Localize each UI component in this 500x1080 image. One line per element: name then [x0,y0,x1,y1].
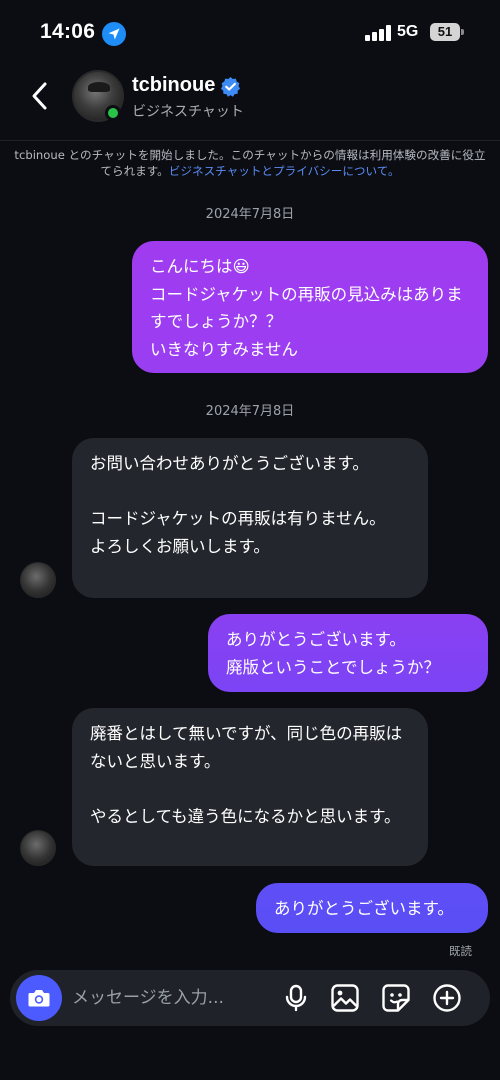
chat-screen: 14:06 5G 51 tcbinoue ビジネスチャット tcbinoue と… [0,0,500,1080]
cellular-signal-icon [365,25,391,41]
message-input[interactable] [72,970,272,1026]
outgoing-message[interactable]: こんにちは😃 コードジャケットの再販の見込みはありますでしょうか？？ いきなりす… [132,241,488,373]
incoming-message[interactable]: 廃番とはして無いですが、同じ色の再販はないと思います。 やるとしても違う色になる… [72,708,428,866]
camera-button[interactable] [16,975,62,1021]
battery-tip [461,29,464,35]
chat-notice: tcbinoue とのチャットを開始しました。このチャットからの情報は利用体験の… [10,147,490,179]
contact-name[interactable]: tcbinoue [132,74,215,97]
sticker-icon[interactable] [380,982,412,1014]
plus-circle-icon[interactable] [431,982,463,1014]
status-time: 14:06 [40,20,96,43]
header-divider [0,140,500,141]
status-bar: 14:06 5G 51 [0,0,500,64]
battery-icon: 51 [430,23,460,41]
read-receipt: 既読 [449,944,472,958]
network-type: 5G [397,23,419,40]
camera-icon [28,990,50,1007]
location-arrow-icon [102,22,126,46]
image-icon[interactable] [329,982,361,1014]
contact-avatar-small[interactable] [20,562,56,598]
back-button[interactable] [26,78,56,114]
date-separator: 2024年7月8日 [205,404,295,419]
online-indicator [105,105,121,121]
verified-badge-icon [220,76,241,97]
microphone-icon[interactable] [280,982,312,1014]
contact-avatar-small[interactable] [20,830,56,866]
incoming-message[interactable]: お問い合わせありがとうございます。 コードジャケットの再販は有りません。 よろし… [72,438,428,598]
privacy-link[interactable]: ビジネスチャットとプライバシーについて。 [169,164,400,178]
date-separator: 2024年7月8日 [205,207,295,222]
chat-header: tcbinoue ビジネスチャット [0,64,500,140]
contact-subtitle: ビジネスチャット [132,104,244,120]
chevron-left-icon [32,82,47,110]
outgoing-message[interactable]: ありがとうございます。 [256,883,488,933]
message-composer [10,970,490,1026]
outgoing-message[interactable]: ありがとうございます。 廃版ということでしょうか？ [208,614,488,692]
